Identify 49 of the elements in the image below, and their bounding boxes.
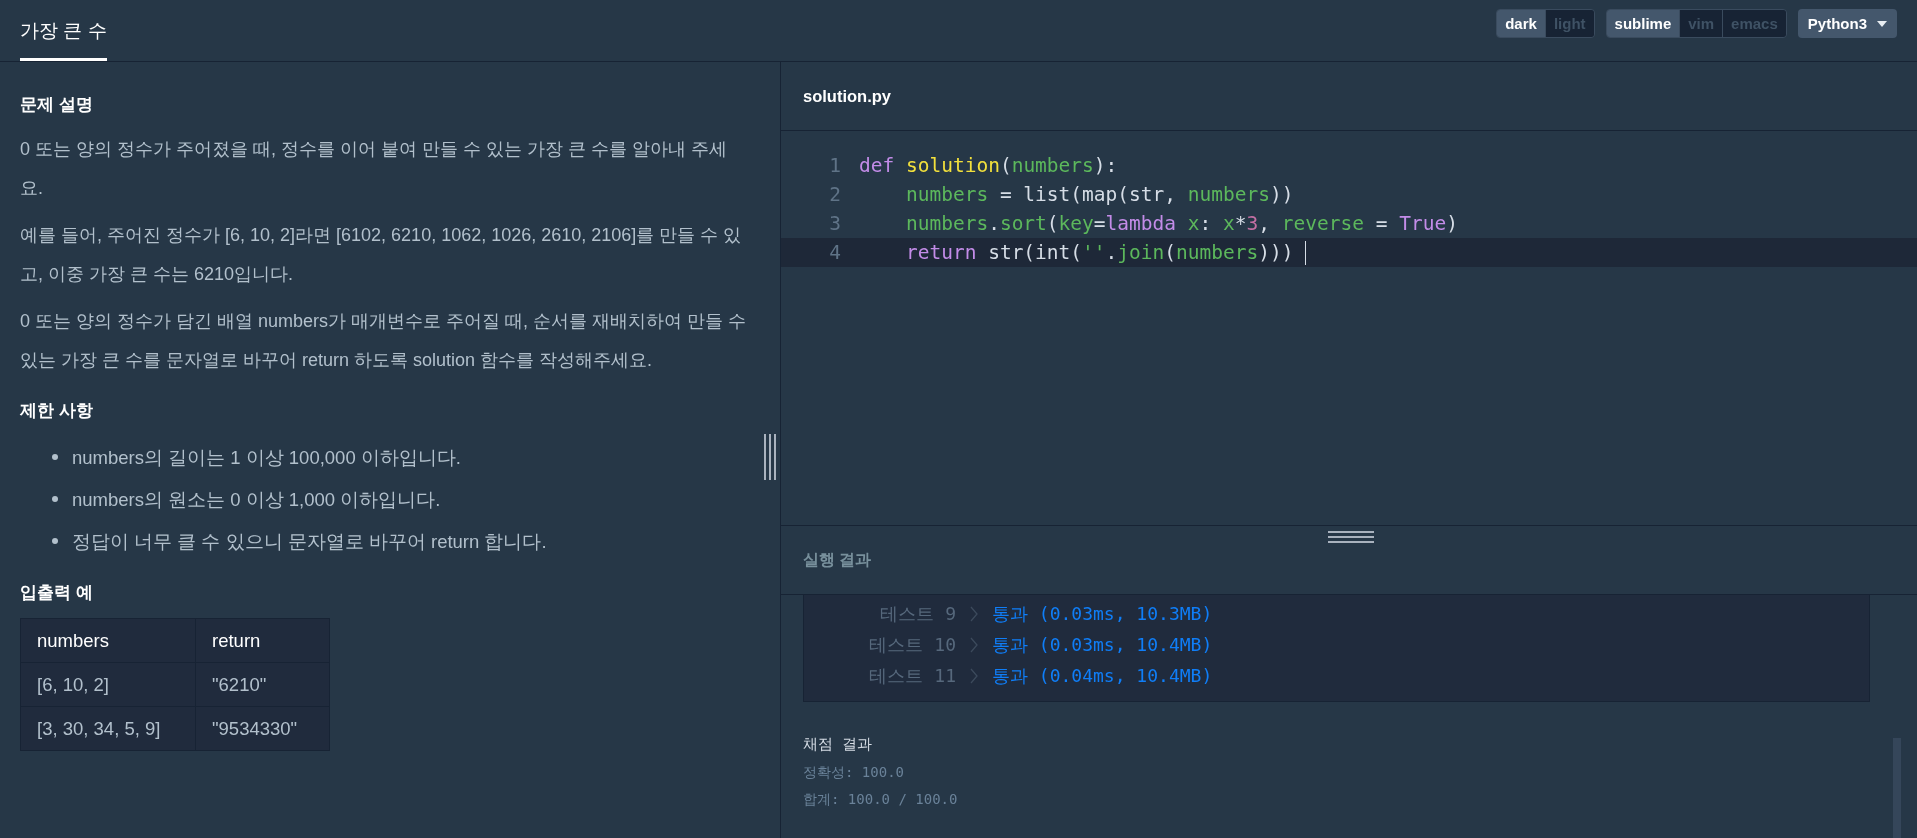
constraint-text: 정답이 너무 클 수 있으니 문자열로 바꾸어 return 합니다. <box>72 529 547 554</box>
bullet-icon <box>52 538 58 544</box>
column-header: return <box>195 618 330 663</box>
test-label: 테스트 11 <box>868 663 956 688</box>
chevron-icon <box>970 667 978 684</box>
code-line: numbers = list(map(str, numbers)) <box>904 183 1294 206</box>
code-line: return str(int(''.join(numbers))) <box>904 241 1294 264</box>
test-result: 통과 (0.04ms, 10.4MB) <box>992 663 1213 688</box>
score-text: 정확성: 100.0 <box>803 764 905 782</box>
resize-handle[interactable] <box>1328 531 1374 543</box>
theme-option[interactable]: dark <box>1497 10 1545 37</box>
grading-title: 채점 결과 <box>803 735 874 754</box>
line-number: 4 <box>828 241 842 264</box>
test-result: 통과 (0.03ms, 10.3MB) <box>992 601 1213 626</box>
description-paragraph: 예를 들어, 주어진 정수가 [6, 10, 2]라면 [6102, 6210, 1062, 1026, 2610, 2106]를 만들 수 있고, 이중 가장 큰 수는 6210입니다. <box>20 224 743 286</box>
test-result: 통과 (0.03ms, 10.4MB) <box>992 632 1213 657</box>
chevron-icon <box>970 636 978 653</box>
code-line: numbers.sort(key=lambda x: x*3, reverse = True) <box>904 212 1458 235</box>
description-paragraph: 0 또는 양의 정수가 주어졌을 때, 정수를 이어 붙여 만들 수 있는 가장 큰 수를 알아내 주세요. <box>20 138 729 200</box>
chevron-icon <box>970 605 978 622</box>
keymap-option[interactable]: sublime <box>1606 10 1680 37</box>
column-header: numbers <box>20 618 196 663</box>
text-cursor <box>1305 240 1307 265</box>
test-label: 테스트 9 <box>879 601 956 626</box>
code-editor[interactable]: 1 def solution(numbers): 2 numbers = list(map(str, numbers)) 3 numbers.sort(key=lambda x: x*3, reverse = True) 4 return str(int(''.join(numbers))) <box>781 131 1917 526</box>
section-heading: 입출력 예 <box>20 582 94 603</box>
language-dropdown[interactable]: Python3 <box>1797 9 1897 38</box>
score-text: 합계: 100.0 / 100.0 <box>803 791 959 809</box>
line-number: 1 <box>828 154 842 177</box>
code-line: def solution(numbers): <box>859 154 1118 177</box>
test-label: 테스트 10 <box>868 632 956 657</box>
description-paragraph: 0 또는 양의 정수가 담긴 배열 numbers가 매개변수로 주어질 때, 순서를 재배치하여 만들 수 있는 가장 큰 수를 문자열로 바꾸어 return 하도록 solution 함수를 작성해주세요. <box>20 310 748 372</box>
constraint-text: numbers의 길이는 1 이상 100,000 이하입니다. <box>72 445 461 470</box>
resize-handle[interactable] <box>764 434 776 480</box>
table-cell: "6210" <box>195 662 330 707</box>
file-name: solution.py <box>803 86 891 106</box>
section-heading: 제한 사항 <box>20 400 94 421</box>
section-heading: 문제 설명 <box>20 94 94 115</box>
problem-tab[interactable]: 가장 큰 수 <box>20 0 107 61</box>
line-number: 2 <box>828 183 842 206</box>
caret-icon <box>1877 20 1887 27</box>
table-cell: [3, 30, 34, 5, 9] <box>20 706 196 751</box>
bullet-icon <box>52 454 58 460</box>
line-number: 3 <box>828 212 842 235</box>
bullet-icon <box>52 496 58 502</box>
table-cell: [6, 10, 2] <box>20 662 196 707</box>
table-cell: "9534330" <box>195 706 330 751</box>
constraint-text: numbers의 원소는 0 이상 1,000 이하입니다. <box>72 487 441 512</box>
panel-title: 실행 결과 <box>803 549 872 570</box>
